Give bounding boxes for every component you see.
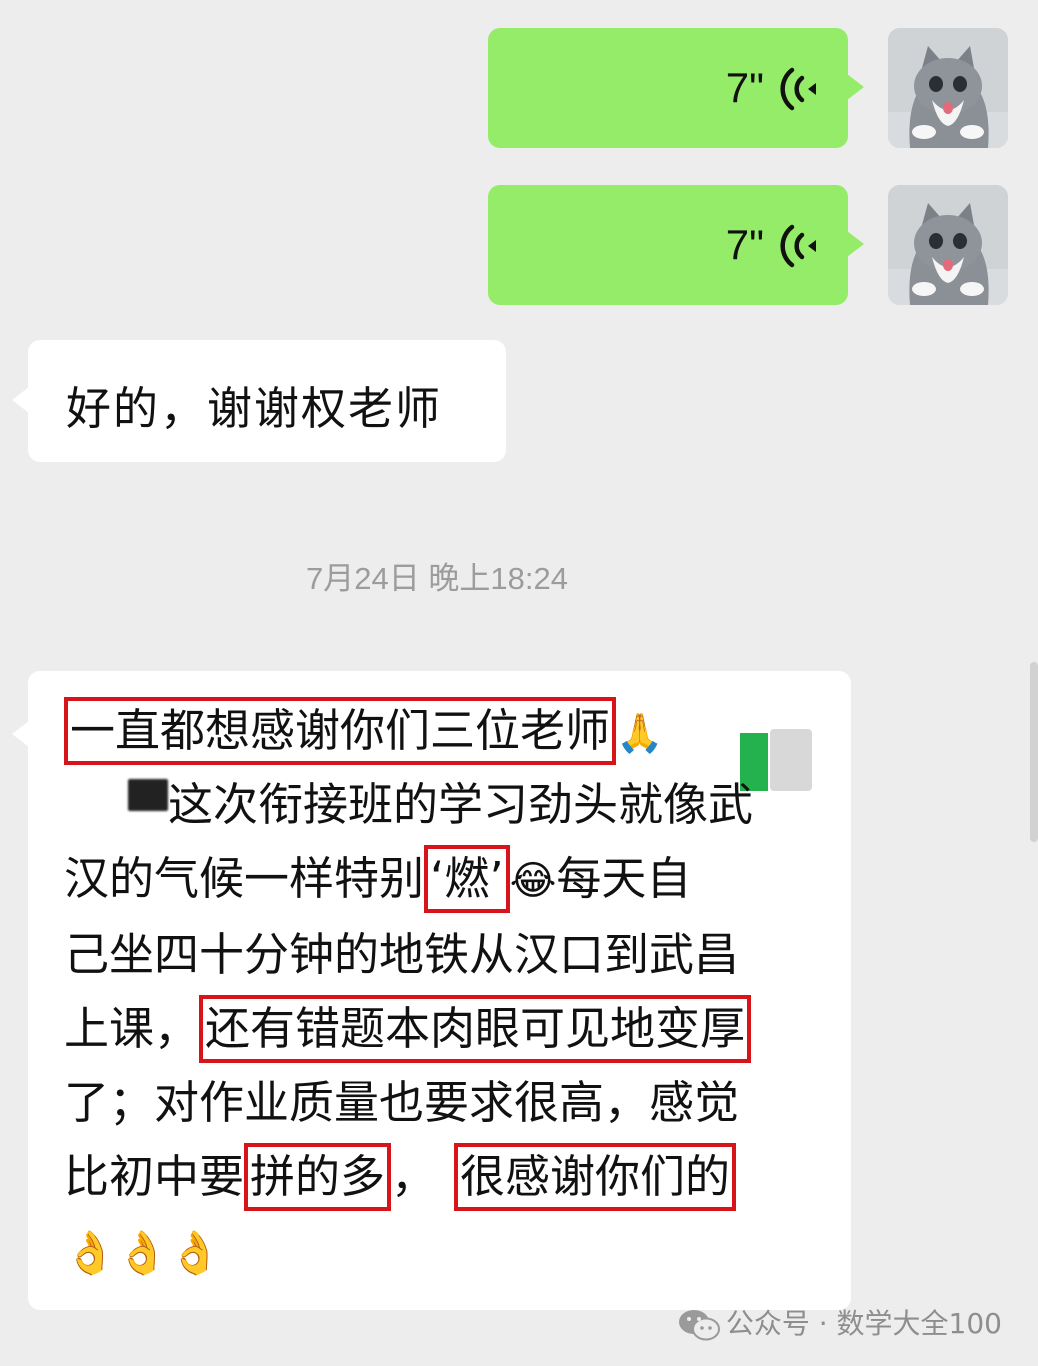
highlight-box: ‘燃’ <box>424 845 510 913</box>
text-span: 汉的气候一样特别 <box>64 852 425 905</box>
message-text: 好的，谢谢权老师 <box>66 382 443 435</box>
text-span: ， <box>391 1150 437 1203</box>
voice-bubble[interactable]: 7" <box>488 185 864 305</box>
edge-shadow <box>1030 662 1038 842</box>
received-message-bubble[interactable]: 好的，谢谢权老师 <box>12 340 506 462</box>
blurred-region <box>770 729 812 791</box>
laugh-emoji: 😂 <box>509 858 557 904</box>
text-span: 每天自 <box>556 852 692 905</box>
cat-avatar[interactable] <box>888 28 1008 148</box>
ok-emoji-row: 👌👌👌 <box>64 1228 221 1277</box>
pray-emoji: 🙏 <box>616 711 664 755</box>
wechat-icon <box>678 1310 720 1341</box>
message-line: 己坐四十分钟的地铁从汉口到武昌 <box>64 928 740 981</box>
message-line: 上课， 还有错题本肉眼可见地变厚 <box>64 993 752 1065</box>
message-line: 汉的气候一样特别 ‘燃’ 😂每天自 <box>64 843 691 915</box>
voice-duration: 7" <box>725 221 764 268</box>
chat-timestamp: 7月24日 晚上18:24 <box>306 561 568 596</box>
voice-bubble[interactable]: 7" <box>488 28 864 148</box>
message-line: 一直都想感谢你们三位老师 🙏 <box>64 695 663 767</box>
voice-wave-icon <box>780 224 816 268</box>
received-message-bubble[interactable]: 一直都想感谢你们三位老师 🙏 这次衔接班的学习劲头就像武 汉的气候一样特别 ‘燃’ 😂… <box>12 671 851 1310</box>
watermark-text: 公众号 · 数学大全100 <box>725 1307 1002 1340</box>
voice-message-1[interactable]: 7" <box>488 28 1008 148</box>
message-line: 比初中要 拼的多， 很感谢你们的 <box>64 1141 737 1213</box>
voice-duration: 7" <box>725 64 764 111</box>
highlight-box: 拼的多 <box>244 1143 392 1211</box>
voice-message-2[interactable]: 7" <box>488 185 1008 305</box>
text-span: 上课， <box>64 1002 200 1055</box>
highlight-box: 很感谢你们的 <box>454 1143 737 1211</box>
cat-avatar[interactable] <box>888 185 1008 305</box>
highlight-box: 还有错题本肉眼可见地变厚 <box>199 995 752 1063</box>
message-line: 这次衔接班的学习劲头就像武 <box>168 778 754 831</box>
voice-wave-icon <box>780 67 816 111</box>
message-line: 了；对作业质量也要求很高，感觉 <box>64 1076 740 1129</box>
text-span: 比初中要 <box>64 1150 245 1203</box>
highlight-box: 一直都想感谢你们三位老师 <box>64 697 617 765</box>
blurred-region <box>128 779 168 811</box>
watermark: 公众号 · 数学大全100 <box>678 1302 1002 1342</box>
